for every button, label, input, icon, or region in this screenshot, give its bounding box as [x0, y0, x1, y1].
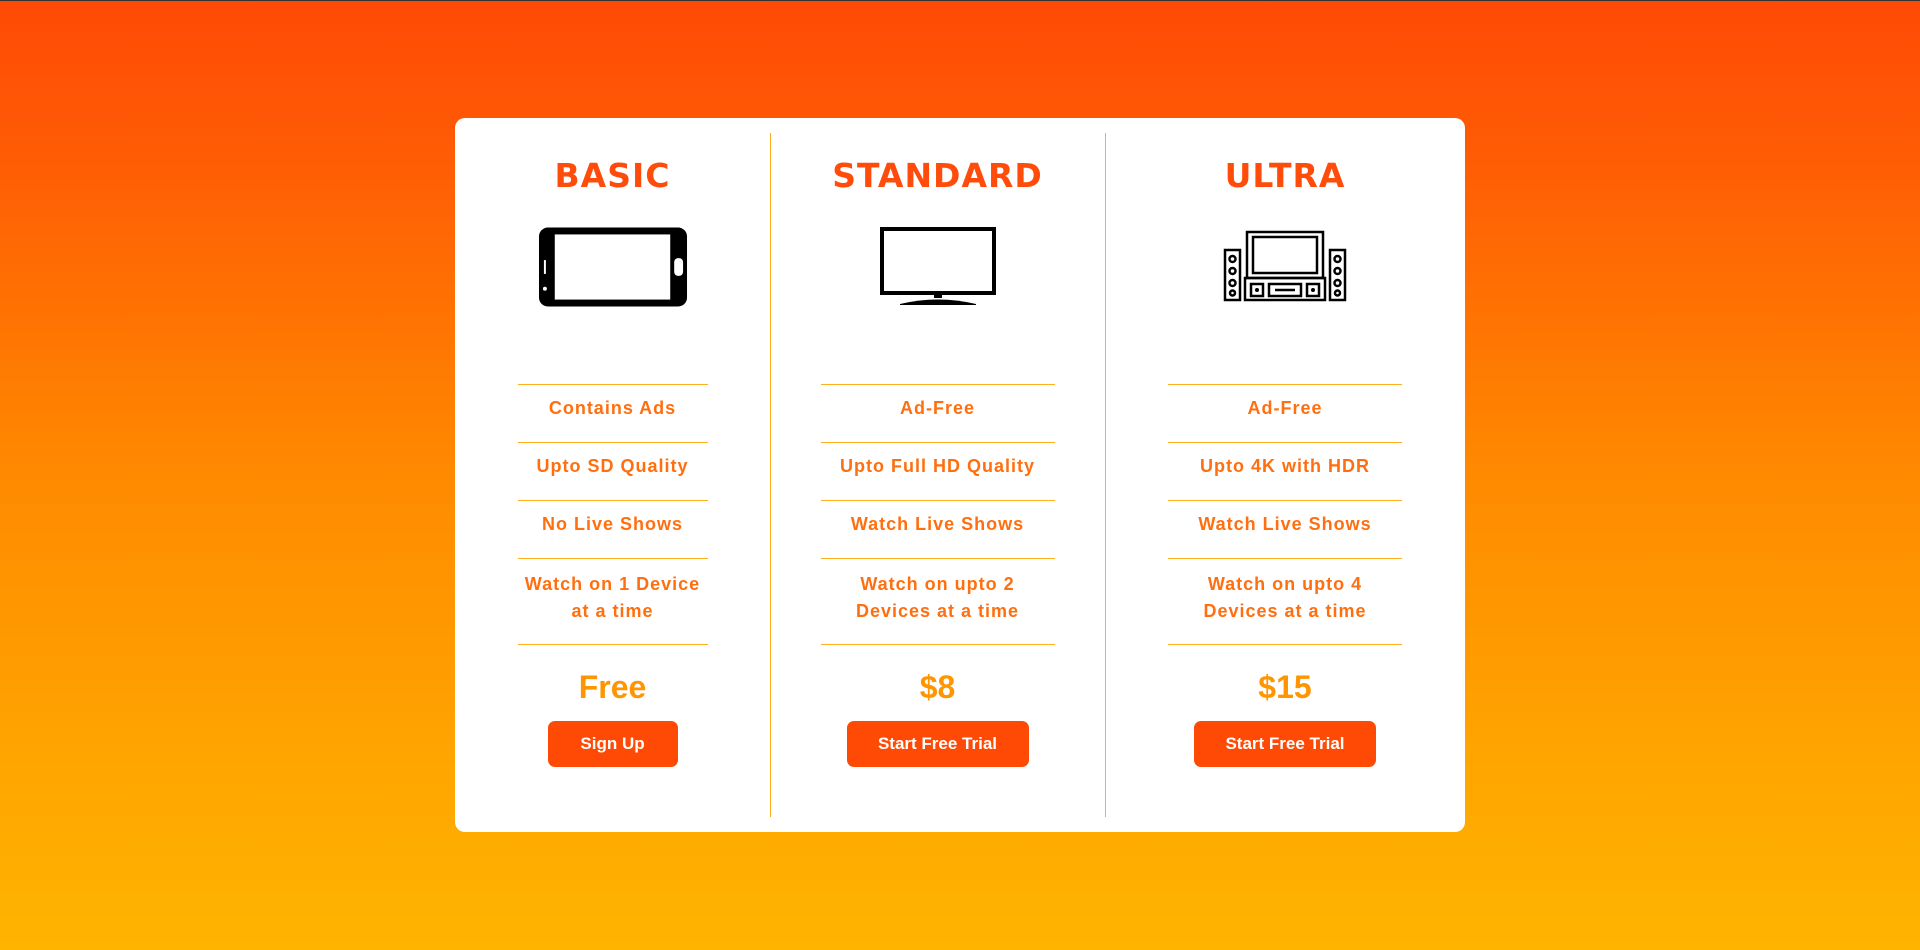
plan-title: ULTRA	[1224, 156, 1346, 195]
feature-item: Watch Live Shows	[1168, 501, 1402, 559]
tv-icon	[863, 202, 1013, 332]
pricing-card: BASIC Contains Ads Upto SD Quality No Li…	[455, 118, 1465, 832]
feature-item: Watch Live Shows	[820, 501, 1055, 559]
plan-ultra: ULTRA Ad-Free Upto 4K with HDR Watch Liv…	[1105, 118, 1465, 832]
feature-item: Ad-Free	[1168, 385, 1402, 443]
feature-item: Watch on upto 2 Devices at a time	[820, 559, 1055, 645]
plan-title: BASIC	[554, 156, 671, 195]
start-free-trial-button[interactable]: Start Free Trial	[1194, 721, 1376, 767]
plan-title: STANDARD	[832, 156, 1043, 195]
feature-item: No Live Shows	[517, 501, 708, 559]
plan-standard: STANDARD Ad-Free Upto Full HD Quality Wa…	[770, 118, 1105, 832]
feature-item: Watch on upto 4 Devices at a time	[1168, 559, 1402, 645]
feature-item: Upto Full HD Quality	[820, 443, 1055, 501]
plan-basic: BASIC Contains Ads Upto SD Quality No Li…	[455, 118, 770, 832]
sign-up-button[interactable]: Sign Up	[547, 721, 678, 767]
plan-price: $15	[1258, 669, 1312, 705]
feature-list: Contains Ads Upto SD Quality No Live Sho…	[517, 384, 708, 645]
feature-item: Ad-Free	[820, 385, 1055, 443]
smartphone-icon	[538, 202, 688, 332]
feature-item: Watch on 1 Device at a time	[517, 559, 708, 645]
home-theater-icon	[1210, 202, 1360, 332]
top-border	[0, 0, 1920, 1]
feature-list: Ad-Free Upto 4K with HDR Watch Live Show…	[1168, 384, 1402, 645]
plan-price: Free	[578, 669, 647, 705]
start-free-trial-button[interactable]: Start Free Trial	[846, 721, 1029, 767]
feature-item: Contains Ads	[517, 385, 708, 443]
plan-price: $8	[919, 669, 956, 705]
feature-item: Upto 4K with HDR	[1168, 443, 1402, 501]
feature-list: Ad-Free Upto Full HD Quality Watch Live …	[820, 384, 1055, 645]
feature-item: Upto SD Quality	[517, 443, 708, 501]
